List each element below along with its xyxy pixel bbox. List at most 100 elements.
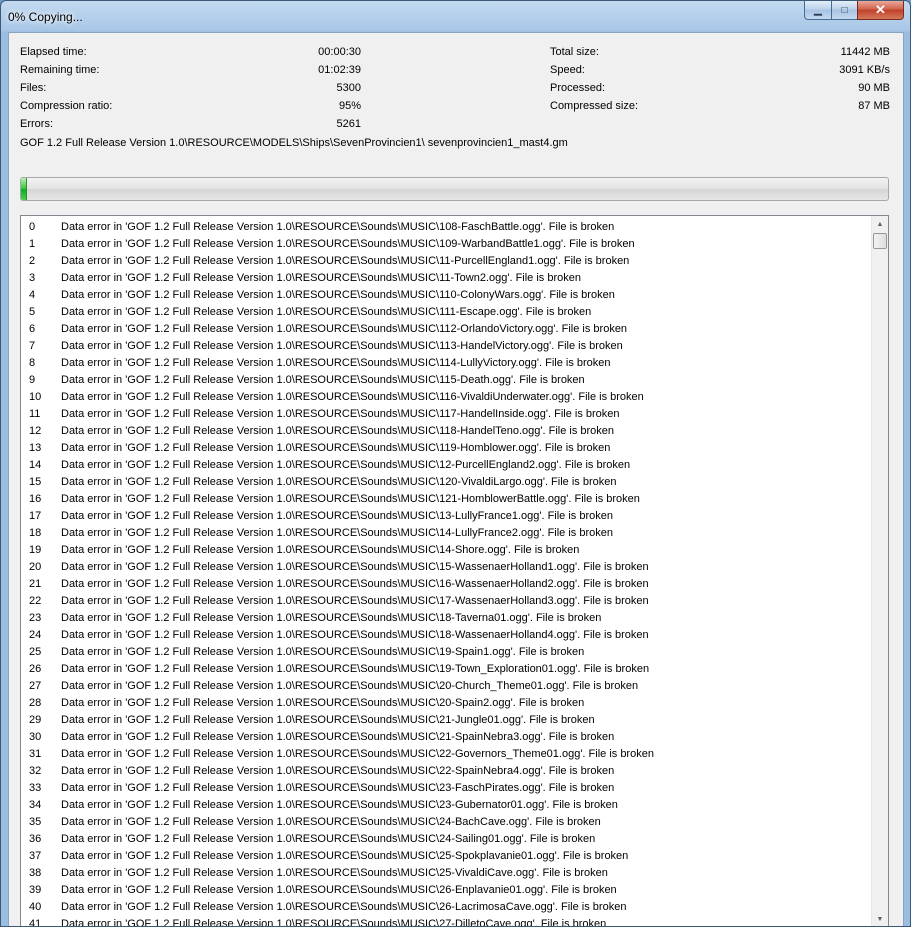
log-row-message: Data error in 'GOF 1.2 Full Release Vers… bbox=[61, 323, 628, 335]
log-row[interactable]: 11 Data error in 'GOF 1.2 Full Release Ve… bbox=[21, 406, 870, 423]
maximize-button[interactable]: □ bbox=[831, 1, 857, 20]
log-row[interactable]: 9 Data error in 'GOF 1.2 Full Release Ver… bbox=[21, 372, 870, 389]
log-row[interactable]: 34 Data error in 'GOF 1.2 Full Release Ve… bbox=[21, 797, 870, 814]
log-row[interactable]: 8 Data error in 'GOF 1.2 Full Release Ver… bbox=[21, 355, 870, 372]
log-row-message: Data error in 'GOF 1.2 Full Release Vers… bbox=[61, 561, 649, 573]
log-row-message: Data error in 'GOF 1.2 Full Release Vers… bbox=[61, 901, 627, 913]
log-row[interactable]: 6 Data error in 'GOF 1.2 Full Release Ver… bbox=[21, 321, 870, 338]
log-row-number: 12 bbox=[29, 425, 42, 437]
log-row[interactable]: 39 Data error in 'GOF 1.2 Full Release Ve… bbox=[21, 882, 870, 899]
log-row[interactable]: 20 Data error in 'GOF 1.2 Full Release Ve… bbox=[21, 559, 870, 576]
log-row[interactable]: 3 Data error in 'GOF 1.2 Full Release Ver… bbox=[21, 270, 870, 287]
log-row[interactable]: 22 Data error in 'GOF 1.2 Full Release Ve… bbox=[21, 593, 870, 610]
stat-label: Speed: bbox=[550, 64, 585, 76]
stat-speed: Speed: 3091 KB/s bbox=[550, 62, 890, 78]
stat-total-size: Total size: 11442 MB bbox=[550, 44, 890, 60]
log-row-message: Data error in 'GOF 1.2 Full Release Vers… bbox=[61, 663, 650, 675]
log-row[interactable]: 16 Data error in 'GOF 1.2 Full Release Ve… bbox=[21, 491, 870, 508]
log-row-number: 33 bbox=[29, 782, 42, 794]
log-row[interactable]: 25 Data error in 'GOF 1.2 Full Release Ve… bbox=[21, 644, 870, 661]
log-row-message: Data error in 'GOF 1.2 Full Release Vers… bbox=[61, 289, 615, 301]
stat-label: Compressed size: bbox=[550, 100, 639, 112]
stat-value: 95% bbox=[338, 100, 361, 112]
scrollbar-thumb[interactable] bbox=[873, 233, 887, 249]
log-row-message: Data error in 'GOF 1.2 Full Release Vers… bbox=[61, 255, 630, 267]
log-row[interactable]: 30 Data error in 'GOF 1.2 Full Release Ve… bbox=[21, 729, 870, 746]
log-row-number: 7 bbox=[29, 340, 36, 352]
log-row[interactable]: 24 Data error in 'GOF 1.2 Full Release Ve… bbox=[21, 627, 870, 644]
log-row[interactable]: 17 Data error in 'GOF 1.2 Full Release Ve… bbox=[21, 508, 870, 525]
title-bar[interactable]: 0% Copying... ▁ □ ✕ bbox=[1, 1, 910, 31]
log-row[interactable]: 23 Data error in 'GOF 1.2 Full Release Ve… bbox=[21, 610, 870, 627]
stat-compressed-size: Compressed size: 87 MB bbox=[550, 98, 890, 114]
log-row-number: 16 bbox=[29, 493, 42, 505]
log-row[interactable]: 7 Data error in 'GOF 1.2 Full Release Ver… bbox=[21, 338, 870, 355]
caption-buttons: ▁ □ ✕ bbox=[804, 1, 904, 21]
log-row[interactable]: 40 Data error in 'GOF 1.2 Full Release Ve… bbox=[21, 899, 870, 916]
log-row-message: Data error in 'GOF 1.2 Full Release Vers… bbox=[61, 884, 617, 896]
minimize-button[interactable]: ▁ bbox=[804, 1, 831, 20]
vertical-scrollbar[interactable]: ▲ ▼ bbox=[871, 216, 888, 926]
scroll-up-arrow-icon[interactable]: ▲ bbox=[872, 216, 888, 233]
log-row[interactable]: 32 Data error in 'GOF 1.2 Full Release Ve… bbox=[21, 763, 870, 780]
log-row-number: 37 bbox=[29, 850, 42, 862]
log-row-number: 1 bbox=[29, 238, 36, 250]
log-row[interactable]: 18 Data error in 'GOF 1.2 Full Release Ve… bbox=[21, 525, 870, 542]
log-row[interactable]: 15 Data error in 'GOF 1.2 Full Release Ve… bbox=[21, 474, 870, 491]
stat-value: 00:00:30 bbox=[318, 46, 361, 58]
log-row[interactable]: 12 Data error in 'GOF 1.2 Full Release Ve… bbox=[21, 423, 870, 440]
log-row-message: Data error in 'GOF 1.2 Full Release Vers… bbox=[61, 544, 580, 556]
log-row[interactable]: 33 Data error in 'GOF 1.2 Full Release Ve… bbox=[21, 780, 870, 797]
log-row[interactable]: 2 Data error in 'GOF 1.2 Full Release Ver… bbox=[21, 253, 870, 270]
log-row-message: Data error in 'GOF 1.2 Full Release Vers… bbox=[61, 340, 623, 352]
log-row-number: 14 bbox=[29, 459, 42, 471]
stat-value: 01:02:39 bbox=[318, 64, 361, 76]
log-row[interactable]: 0 Data error in 'GOF 1.2 Full Release Ver… bbox=[21, 219, 870, 236]
log-row[interactable]: 38 Data error in 'GOF 1.2 Full Release Ve… bbox=[21, 865, 870, 882]
log-row[interactable]: 4 Data error in 'GOF 1.2 Full Release Ver… bbox=[21, 287, 870, 304]
log-row[interactable]: 10 Data error in 'GOF 1.2 Full Release Ve… bbox=[21, 389, 870, 406]
error-log-list[interactable]: 0 Data error in 'GOF 1.2 Full Release Ver… bbox=[20, 215, 889, 927]
progress-fill bbox=[21, 178, 28, 200]
scroll-down-arrow-icon[interactable]: ▼ bbox=[872, 911, 888, 926]
log-row[interactable]: 1 Data error in 'GOF 1.2 Full Release Ver… bbox=[21, 236, 870, 253]
current-file-path: GOF 1.2 Full Release Version 1.0\RESOURC… bbox=[20, 137, 568, 149]
log-row[interactable]: 19 Data error in 'GOF 1.2 Full Release Ve… bbox=[21, 542, 870, 559]
log-row-message: Data error in 'GOF 1.2 Full Release Vers… bbox=[61, 646, 585, 658]
log-row-message: Data error in 'GOF 1.2 Full Release Vers… bbox=[61, 595, 649, 607]
log-row-number: 36 bbox=[29, 833, 42, 845]
log-row[interactable]: 21 Data error in 'GOF 1.2 Full Release Ve… bbox=[21, 576, 870, 593]
copy-progress-window: 0% Copying... ▁ □ ✕ Elapsed time: 00:00:… bbox=[0, 0, 911, 927]
log-row[interactable]: 14 Data error in 'GOF 1.2 Full Release Ve… bbox=[21, 457, 870, 474]
log-row[interactable]: 28 Data error in 'GOF 1.2 Full Release Ve… bbox=[21, 695, 870, 712]
log-row[interactable]: 37 Data error in 'GOF 1.2 Full Release Ve… bbox=[21, 848, 870, 865]
stat-label: Elapsed time: bbox=[20, 46, 87, 58]
log-row-number: 6 bbox=[29, 323, 36, 335]
log-row[interactable]: 41 Data error in 'GOF 1.2 Full Release Ve… bbox=[21, 916, 870, 927]
log-row[interactable]: 26 Data error in 'GOF 1.2 Full Release Ve… bbox=[21, 661, 870, 678]
log-row-number: 2 bbox=[29, 255, 36, 267]
log-row[interactable]: 35 Data error in 'GOF 1.2 Full Release Ve… bbox=[21, 814, 870, 831]
log-row-number: 0 bbox=[29, 221, 36, 233]
log-row-message: Data error in 'GOF 1.2 Full Release Vers… bbox=[61, 833, 596, 845]
log-row-number: 20 bbox=[29, 561, 42, 573]
log-row-number: 21 bbox=[29, 578, 42, 590]
log-row-message: Data error in 'GOF 1.2 Full Release Vers… bbox=[61, 731, 615, 743]
copy-progress-bar bbox=[20, 177, 889, 201]
close-button[interactable]: ✕ bbox=[857, 1, 904, 20]
log-row[interactable]: 5 Data error in 'GOF 1.2 Full Release Ver… bbox=[21, 304, 870, 321]
stat-value: 90 MB bbox=[858, 82, 890, 94]
log-row-number: 41 bbox=[29, 918, 42, 927]
log-row[interactable]: 29 Data error in 'GOF 1.2 Full Release Ve… bbox=[21, 712, 870, 729]
stat-label: Total size: bbox=[550, 46, 599, 58]
log-row[interactable]: 27 Data error in 'GOF 1.2 Full Release Ve… bbox=[21, 678, 870, 695]
log-row[interactable]: 31 Data error in 'GOF 1.2 Full Release Ve… bbox=[21, 746, 870, 763]
log-row-number: 39 bbox=[29, 884, 42, 896]
log-row-message: Data error in 'GOF 1.2 Full Release Vers… bbox=[61, 612, 602, 624]
stat-value: 87 MB bbox=[858, 100, 890, 112]
log-row-message: Data error in 'GOF 1.2 Full Release Vers… bbox=[61, 221, 615, 233]
log-row[interactable]: 36 Data error in 'GOF 1.2 Full Release Ve… bbox=[21, 831, 870, 848]
stat-value: 11442 MB bbox=[840, 46, 890, 58]
log-row-number: 18 bbox=[29, 527, 42, 539]
log-row[interactable]: 13 Data error in 'GOF 1.2 Full Release Ve… bbox=[21, 440, 870, 457]
